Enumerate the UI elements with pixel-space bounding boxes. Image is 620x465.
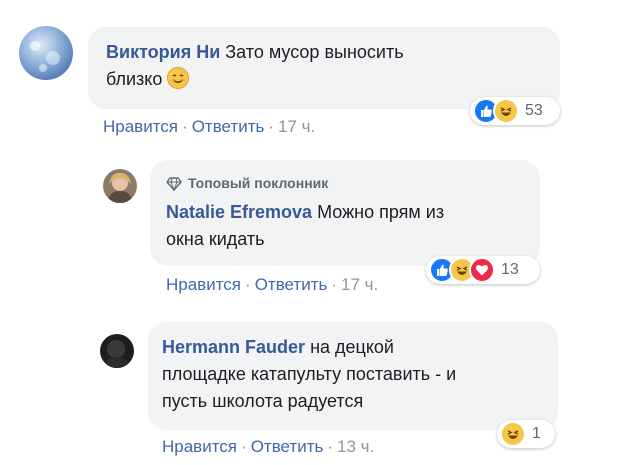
comment-bubble: Топовый поклонник Natalie Efremova Можно… bbox=[150, 160, 540, 266]
avatar[interactable] bbox=[100, 334, 134, 368]
reactions-summary[interactable]: 13 bbox=[426, 256, 540, 284]
haha-reaction-icon bbox=[500, 421, 526, 447]
reaction-count: 1 bbox=[532, 425, 541, 442]
avatar[interactable] bbox=[19, 26, 73, 80]
comment-bubble: Hermann Fauder на децкой площадке катапу… bbox=[148, 322, 558, 430]
like-link[interactable]: Нравится bbox=[162, 437, 237, 456]
author-name[interactable]: Hermann Fauder bbox=[162, 337, 305, 357]
comment-text: площадке катапульту поставить - и bbox=[162, 364, 457, 384]
reactions-summary[interactable]: 53 bbox=[470, 97, 560, 125]
reply-link[interactable]: Ответить bbox=[255, 275, 328, 294]
comment-actions: Нравится · Ответить · 13 ч. bbox=[162, 437, 375, 456]
comment-text: окна кидать bbox=[166, 229, 265, 249]
top-fan-badge: Топовый поклонник bbox=[166, 170, 524, 197]
reaction-count: 53 bbox=[525, 102, 543, 119]
reaction-count: 13 bbox=[501, 261, 519, 278]
avatar[interactable] bbox=[103, 169, 137, 203]
timestamp[interactable]: 13 ч. bbox=[337, 437, 374, 456]
smiling-face-emoji bbox=[167, 67, 190, 89]
diamond-icon bbox=[166, 176, 182, 191]
timestamp[interactable]: 17 ч. bbox=[341, 275, 378, 294]
reactions-summary[interactable]: 1 bbox=[497, 420, 555, 448]
reply-link[interactable]: Ответить bbox=[192, 117, 265, 136]
comment-actions: Нравится · Ответить · 17 ч. bbox=[103, 117, 316, 136]
love-reaction-icon bbox=[469, 257, 495, 283]
reply-link[interactable]: Ответить bbox=[251, 437, 324, 456]
comment-text: пусть школота радуется bbox=[162, 391, 364, 411]
badge-label: Топовый поклонник bbox=[188, 175, 329, 191]
author-name[interactable]: Виктория Ни bbox=[106, 42, 220, 62]
timestamp[interactable]: 17 ч. bbox=[278, 117, 315, 136]
haha-reaction-icon bbox=[493, 98, 519, 124]
comment-text: Зато мусор выносить bbox=[225, 42, 404, 62]
author-name[interactable]: Natalie Efremova bbox=[166, 202, 312, 222]
comment-text: близко bbox=[106, 69, 163, 89]
comment-actions: Нравится · Ответить · 17 ч. bbox=[166, 275, 379, 294]
like-link[interactable]: Нравится bbox=[166, 275, 241, 294]
comment-text: Можно прям из bbox=[317, 202, 445, 222]
like-link[interactable]: Нравится bbox=[103, 117, 178, 136]
comment-text: на децкой bbox=[310, 337, 394, 357]
